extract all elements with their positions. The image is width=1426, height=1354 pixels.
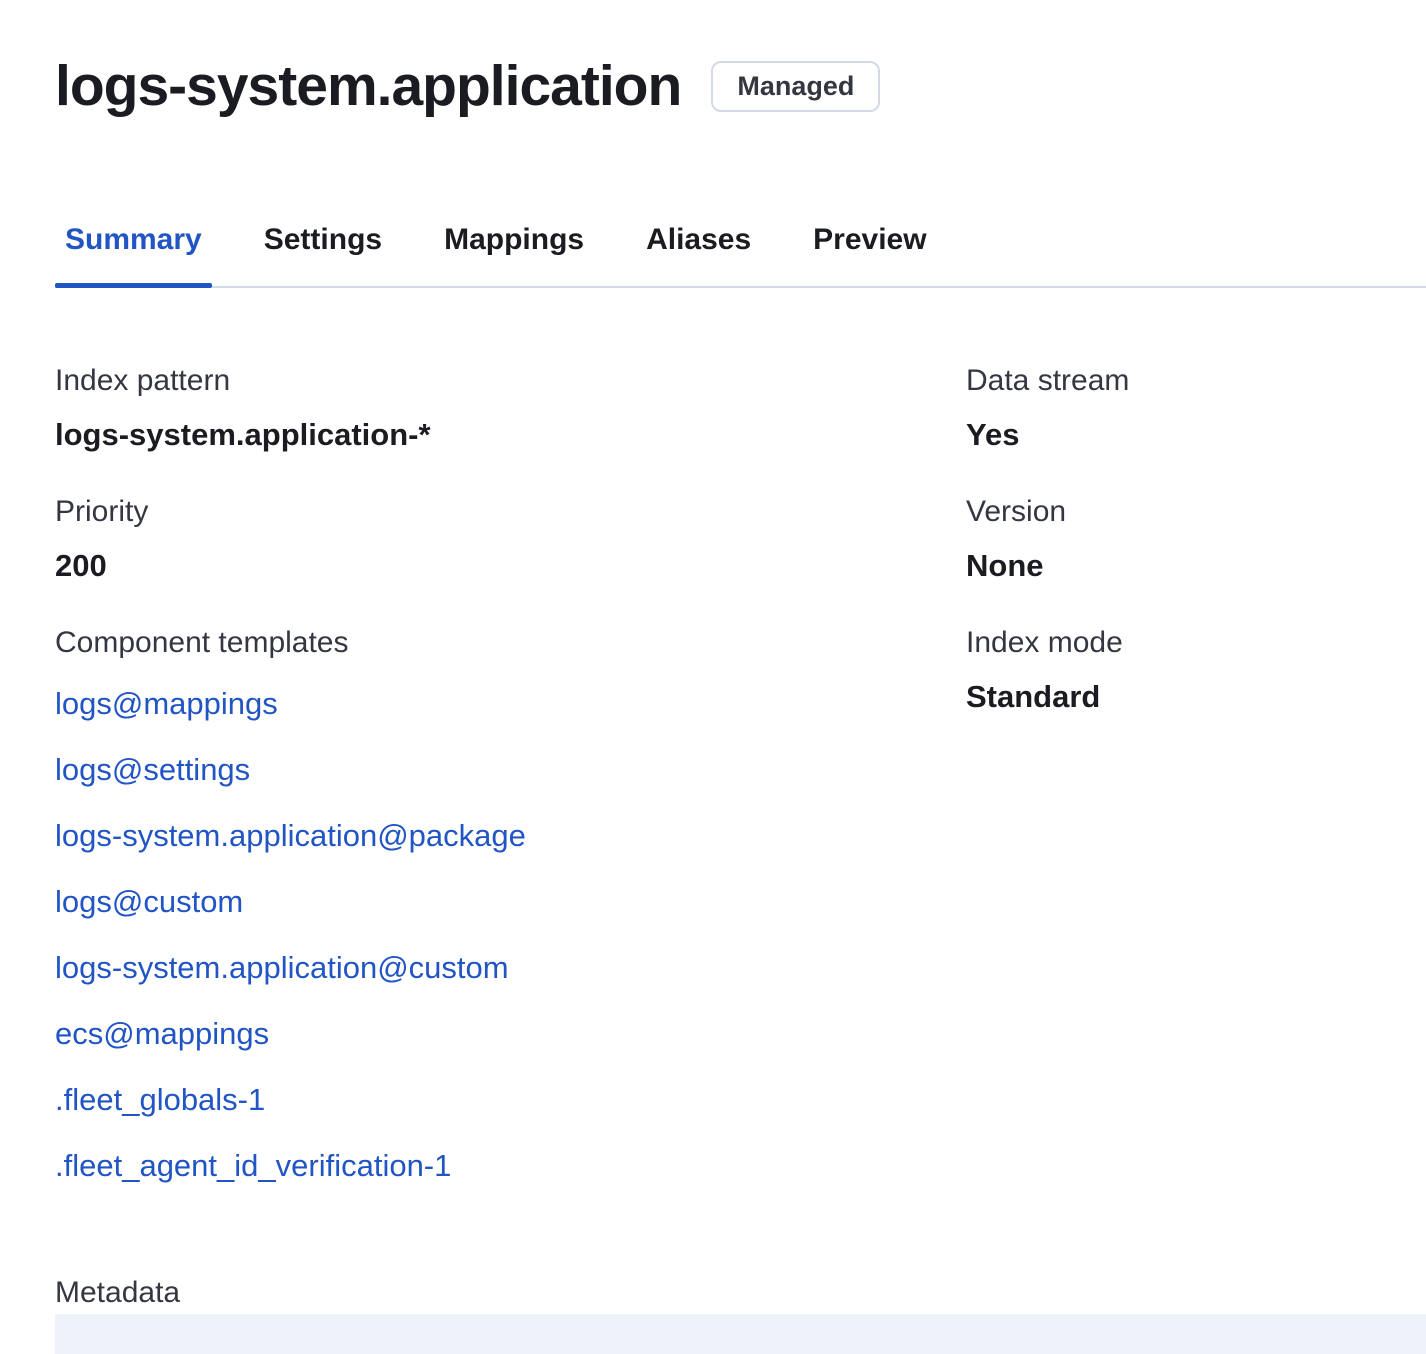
component-template-link[interactable]: .fleet_agent_id_verification-1 — [55, 1148, 451, 1183]
priority-label: Priority — [55, 491, 966, 533]
page-header: logs-system.application Managed — [55, 50, 1426, 122]
component-template-link[interactable]: logs-system.application@custom — [55, 950, 509, 985]
component-template-item: logs@custom — [55, 872, 966, 938]
summary-content: Index pattern logs-system.application-* … — [55, 360, 1426, 1236]
index-mode-label: Index mode — [966, 622, 1426, 664]
tab-mappings[interactable]: Mappings — [434, 222, 594, 286]
component-template-link[interactable]: logs@custom — [55, 884, 243, 919]
component-template-item: ecs@mappings — [55, 1004, 966, 1070]
component-template-item: .fleet_globals-1 — [55, 1070, 966, 1136]
managed-badge: Managed — [711, 61, 880, 112]
index-pattern-label: Index pattern — [55, 360, 966, 402]
component-template-link[interactable]: logs-system.application@package — [55, 818, 526, 853]
tab-summary[interactable]: Summary — [55, 222, 212, 286]
component-template-item: logs-system.application@custom — [55, 938, 966, 1004]
summary-left-column: Index pattern logs-system.application-* … — [55, 360, 966, 1236]
component-templates-list: logs@mappings logs@settings logs-system.… — [55, 674, 966, 1202]
summary-right-column: Data stream Yes Version None Index mode … — [966, 360, 1426, 1236]
page-title: logs-system.application — [55, 50, 681, 122]
data-stream-label: Data stream — [966, 360, 1426, 402]
version-field: Version None — [966, 491, 1426, 588]
index-template-details: logs-system.application Managed Summary … — [0, 0, 1426, 1354]
index-mode-field: Index mode Standard — [966, 622, 1426, 719]
component-templates-label: Component templates — [55, 622, 966, 664]
tab-aliases[interactable]: Aliases — [636, 222, 761, 286]
version-label: Version — [966, 491, 1426, 533]
tab-preview[interactable]: Preview — [803, 222, 936, 286]
component-template-item: logs@settings — [55, 740, 966, 806]
tab-bar: Summary Settings Mappings Aliases Previe… — [55, 222, 1426, 288]
version-value: None — [966, 544, 1426, 588]
priority-value: 200 — [55, 544, 966, 588]
index-pattern-field: Index pattern logs-system.application-* — [55, 360, 966, 457]
metadata-label: Metadata — [55, 1272, 1426, 1314]
metadata-section: Metadata — [55, 1272, 1426, 1354]
component-template-item: logs@mappings — [55, 674, 966, 740]
component-templates-field: Component templates logs@mappings logs@s… — [55, 622, 966, 1202]
component-template-link[interactable]: logs@mappings — [55, 686, 278, 721]
component-template-link[interactable]: logs@settings — [55, 752, 250, 787]
component-template-link[interactable]: .fleet_globals-1 — [55, 1082, 265, 1117]
component-template-item: .fleet_agent_id_verification-1 — [55, 1136, 966, 1202]
index-mode-value: Standard — [966, 675, 1426, 719]
data-stream-field: Data stream Yes — [966, 360, 1426, 457]
metadata-code-block — [55, 1314, 1426, 1354]
component-template-item: logs-system.application@package — [55, 806, 966, 872]
tab-settings[interactable]: Settings — [254, 222, 392, 286]
priority-field: Priority 200 — [55, 491, 966, 588]
index-pattern-value: logs-system.application-* — [55, 413, 966, 457]
data-stream-value: Yes — [966, 413, 1426, 457]
component-template-link[interactable]: ecs@mappings — [55, 1016, 269, 1051]
